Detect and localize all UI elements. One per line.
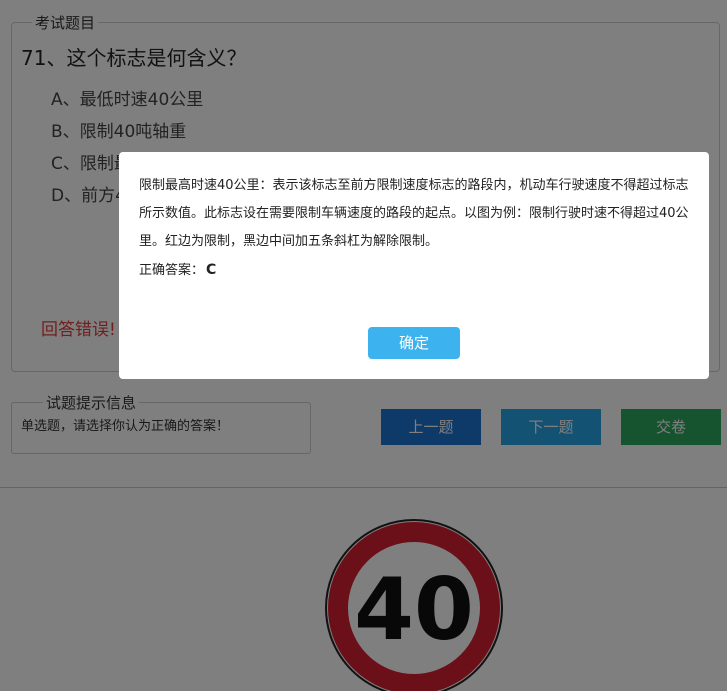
correct-answer-label: 正确答案： xyxy=(139,263,205,278)
answer-explanation: 限制最高时速40公里：表示该标志至前方限制速度标志的路段内，机动车行驶速度不得超… xyxy=(139,178,689,249)
correct-answer: 正确答案： C xyxy=(139,256,216,285)
correct-answer-value: C xyxy=(206,262,217,278)
answer-dialog: 限制最高时速40公里：表示该标志至前方限制速度标志的路段内，机动车行驶速度不得超… xyxy=(119,152,709,379)
ok-button[interactable]: 确定 xyxy=(368,327,460,359)
exam-page: 考试题目 71、这个标志是何含义？ A、最低时速40公里 B、限制40吨轴重 C… xyxy=(0,0,727,691)
